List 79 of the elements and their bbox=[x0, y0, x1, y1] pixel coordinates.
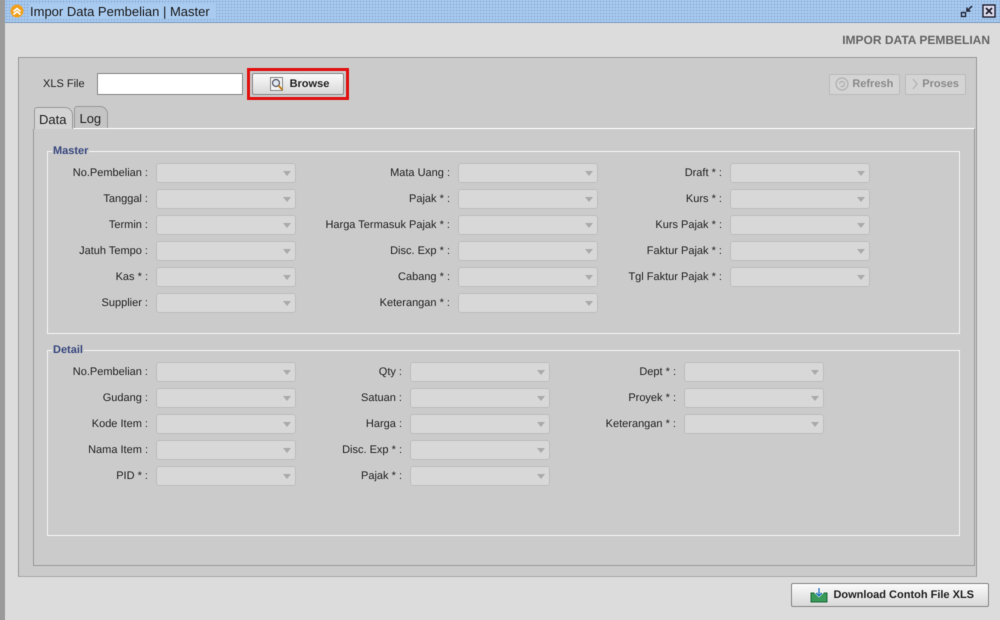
caret-down-icon bbox=[283, 196, 291, 202]
download-button[interactable]: Download Contoh File XLS bbox=[791, 583, 989, 607]
field-label: Disc. Exp * : bbox=[389, 245, 450, 257]
field-label: PID * : bbox=[115, 470, 148, 482]
restore-button[interactable] bbox=[960, 4, 974, 18]
field-label: Kode Item : bbox=[90, 418, 148, 430]
field-label: Satuan : bbox=[360, 392, 402, 404]
caret-down-icon bbox=[537, 474, 545, 478]
caret-down-icon bbox=[537, 396, 545, 400]
field-label: Termin : bbox=[108, 219, 148, 231]
field-label: Cabang * : bbox=[397, 271, 450, 283]
caret-down-icon bbox=[537, 422, 545, 426]
caret-down-icon bbox=[857, 222, 865, 228]
field-label: Nama Item : bbox=[87, 444, 148, 456]
caret-down-icon bbox=[811, 396, 819, 400]
window-title: Impor Data Pembelian | Master bbox=[30, 4, 216, 18]
group-title: Detail bbox=[52, 344, 84, 356]
field-label: Draft * : bbox=[684, 167, 722, 179]
download-icon bbox=[810, 587, 828, 603]
caret-down-icon bbox=[283, 474, 291, 478]
caret-down-icon bbox=[585, 274, 593, 280]
chevron-up-icon bbox=[10, 4, 24, 18]
tab[interactable]: Log bbox=[74, 106, 108, 128]
caret-down-icon bbox=[537, 448, 545, 452]
caret-down-icon bbox=[857, 274, 865, 280]
close-button[interactable] bbox=[982, 4, 996, 18]
caret-down-icon bbox=[585, 196, 593, 202]
caret-down-icon bbox=[283, 274, 291, 280]
field-label: Keterangan * : bbox=[604, 418, 676, 430]
field-label: Keterangan * : bbox=[378, 297, 450, 309]
field-label: Kurs Pajak * : bbox=[654, 219, 722, 231]
field-label: No.Pembelian : bbox=[72, 366, 148, 378]
close-icon bbox=[982, 4, 996, 18]
field-label: Proyek * : bbox=[627, 392, 676, 404]
field-label: Kurs * : bbox=[684, 193, 722, 205]
caret-down-icon bbox=[585, 222, 593, 228]
caret-down-icon bbox=[283, 222, 291, 228]
caret-down-icon bbox=[283, 300, 291, 306]
field-label: Mata Uang : bbox=[389, 167, 450, 179]
field-label: Kas * : bbox=[114, 271, 148, 283]
caret-down-icon bbox=[283, 170, 291, 176]
caret-down-icon bbox=[585, 248, 593, 254]
restore-icon bbox=[960, 4, 974, 18]
field-label: Jatuh Tempo : bbox=[78, 245, 148, 257]
caret-down-icon bbox=[811, 370, 819, 374]
field-label: Gudang : bbox=[102, 392, 148, 404]
browse-button[interactable]: Browse bbox=[252, 73, 344, 95]
caret-down-icon bbox=[537, 370, 545, 374]
field-label: Pajak * : bbox=[408, 193, 450, 205]
caret-down-icon bbox=[283, 448, 291, 452]
caret-down-icon bbox=[585, 170, 593, 176]
field-label: Supplier : bbox=[100, 297, 148, 309]
caret-down-icon bbox=[857, 170, 865, 176]
caret-down-icon bbox=[857, 248, 865, 254]
group-title: Master bbox=[52, 145, 90, 157]
field-label: Tgl Faktur Pajak * : bbox=[627, 271, 722, 283]
field-label: Harga : bbox=[364, 418, 402, 430]
caret-down-icon bbox=[283, 248, 291, 254]
caret-down-icon bbox=[283, 422, 291, 426]
field-label: Pajak * : bbox=[360, 470, 402, 482]
caret-down-icon bbox=[585, 300, 593, 306]
tab[interactable]: Data bbox=[34, 107, 74, 129]
field-label: No.Pembelian : bbox=[72, 167, 148, 179]
caret-down-icon bbox=[857, 196, 865, 202]
caret-down-icon bbox=[283, 370, 291, 374]
field-label: Tanggal : bbox=[102, 193, 148, 205]
field-label: Qty : bbox=[378, 366, 402, 378]
field-label: Faktur Pajak * : bbox=[646, 245, 722, 257]
field-label: Disc. Exp * : bbox=[341, 444, 402, 456]
magnifier-icon bbox=[268, 76, 285, 92]
field-label: XLS File bbox=[43, 78, 85, 90]
caret-down-icon bbox=[283, 396, 291, 400]
file-path-field[interactable] bbox=[96, 73, 243, 95]
caret-down-icon bbox=[811, 422, 819, 426]
field-label: Dept * : bbox=[638, 366, 676, 378]
chevron-right-icon bbox=[911, 77, 920, 91]
page-heading: IMPOR DATA PEMBELIAN bbox=[842, 33, 990, 47]
field-label: Harga Termasuk Pajak * : bbox=[324, 219, 450, 231]
refresh-icon bbox=[835, 77, 850, 91]
